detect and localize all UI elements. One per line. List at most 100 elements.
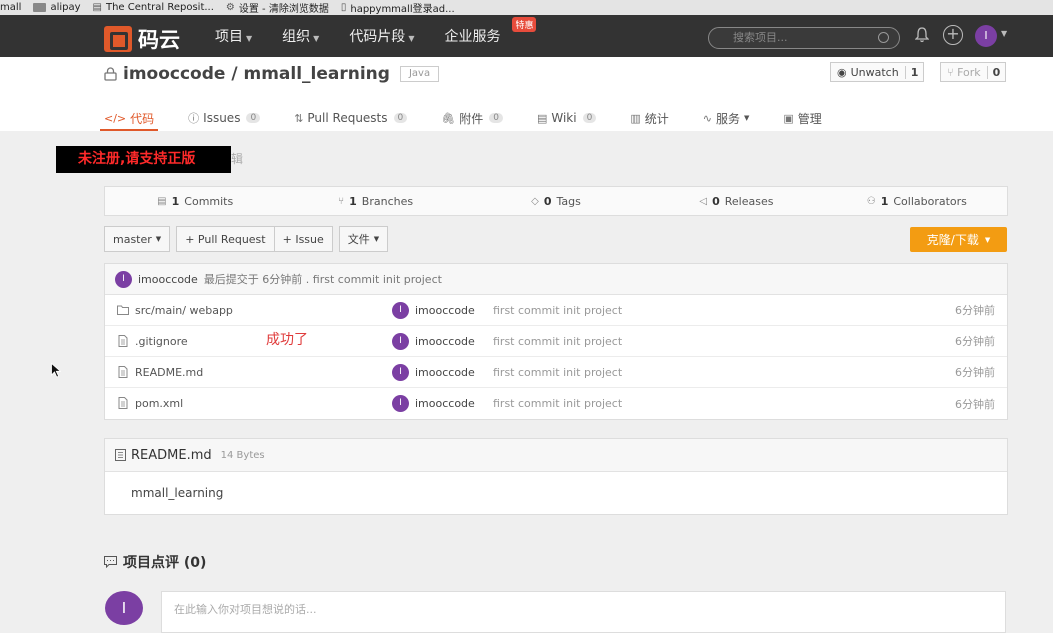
file-name[interactable]: pom.xml [135,397,183,410]
repo-title: imooccode / mmall_learning Java [104,64,440,84]
nav-item-enterprise[interactable]: 企业服务 特惠 [444,17,537,46]
file-row: README.md Iimooccode first commit init p… [105,357,1007,388]
fork-button[interactable]: ⑂ Fork 0 [940,62,1007,82]
manage-icon: ▣ [783,111,794,125]
file-author[interactable]: imooccode [415,304,475,317]
top-nav: 码云 项目 ▼ 组织 ▼ 代码片段 ▼ 企业服务 特惠 搜索项目... [0,15,1053,57]
file-commit-message[interactable]: first commit init project [493,335,622,348]
description-edit-fragment: 辑 [231,152,244,166]
language-tag[interactable]: Java [399,66,440,82]
file-time: 6分钟前 [955,366,995,379]
gear-icon: ⚙ [225,2,235,13]
file-row: .gitignore Iimooccode first commit init … [105,326,1007,357]
avatar[interactable]: I [392,395,409,412]
search-icon[interactable] [878,32,889,43]
comments-title: 项目点评 (0) [104,552,206,572]
tab-issues[interactable]: ⓘ Issues 0 [188,105,261,131]
logo-icon [104,26,132,52]
wiki-icon: ▤ [536,111,548,125]
stat-branches[interactable]: ⑂ 1 Branches [285,195,465,208]
files-menu-button[interactable]: 文件 ▼ [338,226,389,252]
nav-menu: 项目 ▼ 组织 ▼ 代码片段 ▼ 企业服务 特惠 [215,15,537,57]
new-issue-button[interactable]: + Issue [274,226,333,252]
avatar[interactable]: I [105,591,143,625]
avatar[interactable]: I [115,270,132,288]
watch-count[interactable]: 1 [904,65,924,79]
tab-attachments[interactable]: 🖇 附件 0 [441,105,503,131]
file-commit-message[interactable]: first commit init project [493,366,622,379]
tab-code[interactable]: </> 代码 [99,105,159,131]
book-icon [115,449,126,461]
stat-commits[interactable]: ▤ 1 Commits [105,195,285,208]
readme-size: 14 Bytes [220,449,265,461]
file-author[interactable]: imooccode [415,397,475,410]
new-pull-request-button[interactable]: + Pull Request [176,226,275,252]
info-icon: ⓘ [188,112,200,125]
file-name[interactable]: .gitignore [135,335,188,348]
tab-pull-requests[interactable]: ⇅ Pull Requests 0 [294,105,408,131]
bookmark-happymmall[interactable]: ▯ happymmall登录ad... [341,0,455,15]
readme-content: mmall_learning [131,486,224,500]
promo-badge: 特惠 [512,17,537,32]
readme-filename[interactable]: README.md [131,448,212,463]
caret-down-icon: ▼ [408,34,415,43]
collaborators-icon: ⚇ [866,195,876,207]
repo-toolbar: master ▼ + Pull Request + Issue 文件 ▼ [104,226,389,252]
bookmark-alipay[interactable]: alipay [33,2,81,13]
latest-commit-row: I imooccode 最后提交于 6分钟前 . first commit in… [105,264,1007,295]
caret-down-icon[interactable]: ▼ [1001,29,1007,38]
bookmark-mall[interactable]: mall [0,2,21,13]
file-author[interactable]: imooccode [415,366,475,379]
commit-author[interactable]: imooccode [138,273,198,286]
file-commit-message[interactable]: first commit init project [493,397,622,410]
avatar[interactable]: I [392,332,409,350]
caret-down-icon: ▼ [984,235,991,244]
nav-item-projects[interactable]: 项目 ▼ [215,26,252,46]
tab-wiki[interactable]: ▤ Wiki 0 [536,105,597,131]
success-note: 成功了 [266,332,308,348]
user-avatar[interactable]: I [975,25,997,47]
tab-count: 0 [489,113,503,123]
book-icon: ▤ [92,2,102,13]
brand-logo[interactable]: 码云 [104,24,180,54]
fork-count[interactable]: 0 [986,65,1006,79]
tab-manage[interactable]: ▣ 管理 [783,105,821,131]
bar-chart-icon: ▥ [630,111,641,125]
file-list: I imooccode 最后提交于 6分钟前 . first commit in… [104,263,1008,420]
bell-icon[interactable] [915,27,929,43]
clone-download-button[interactable]: 克隆/下载 ▼ [910,227,1007,252]
comment-input[interactable]: 在此输入你对项目想说的话... [161,591,1006,633]
file-commit-message[interactable]: first commit init project [493,304,622,317]
bookmark-settings[interactable]: ⚙ 设置 - 清除浏览数据 [226,0,329,15]
file-name[interactable]: src/main/ webapp [135,304,233,317]
stat-tags[interactable]: ◇ 0 Tags [466,195,646,208]
lock-icon [104,67,117,81]
search-input[interactable]: 搜索项目... [708,27,900,49]
repo-name-link[interactable]: imooccode / mmall_learning [123,64,390,84]
file-author[interactable]: imooccode [415,335,475,348]
repo-stats-bar: ▤ 1 Commits ⑂ 1 Branches ◇ 0 Tags ◁ 0 Releases ⚇… [104,186,1008,216]
branch-select[interactable]: master ▼ [104,226,171,252]
bookmark-central-repo[interactable]: ▤ The Central Reposit... [93,2,214,13]
commit-summary[interactable]: 最后提交于 6分钟前 . first commit init project [204,271,442,287]
caret-down-icon: ▼ [313,34,320,43]
code-icon: </> [104,111,127,125]
repo-header: imooccode / mmall_learning Java ◉ Unwatch… [0,57,1053,131]
tab-stats[interactable]: ▥ 统计 [630,105,668,131]
mouse-cursor-icon [51,363,61,378]
file-name[interactable]: README.md [135,366,203,379]
nav-item-snippets[interactable]: 代码片段 ▼ [349,26,414,46]
fork-icon: ⑂ [947,65,958,79]
pull-request-icon: ⇅ [294,111,304,125]
caret-down-icon: ▼ [246,34,253,43]
nav-item-orgs[interactable]: 组织 ▼ [282,26,319,46]
stat-releases[interactable]: ◁ 0 Releases [646,195,826,208]
tab-services[interactable]: ∿ 服务 ▼ [703,105,750,131]
folder-icon [33,3,47,12]
file-time: 6分钟前 [955,335,995,348]
avatar[interactable]: I [392,301,409,319]
avatar[interactable]: I [392,363,409,381]
unwatch-button[interactable]: ◉ Unwatch 1 [830,62,925,82]
stat-collaborators[interactable]: ⚇ 1 Collaborators [827,195,1007,208]
plus-icon[interactable]: + [943,25,963,45]
